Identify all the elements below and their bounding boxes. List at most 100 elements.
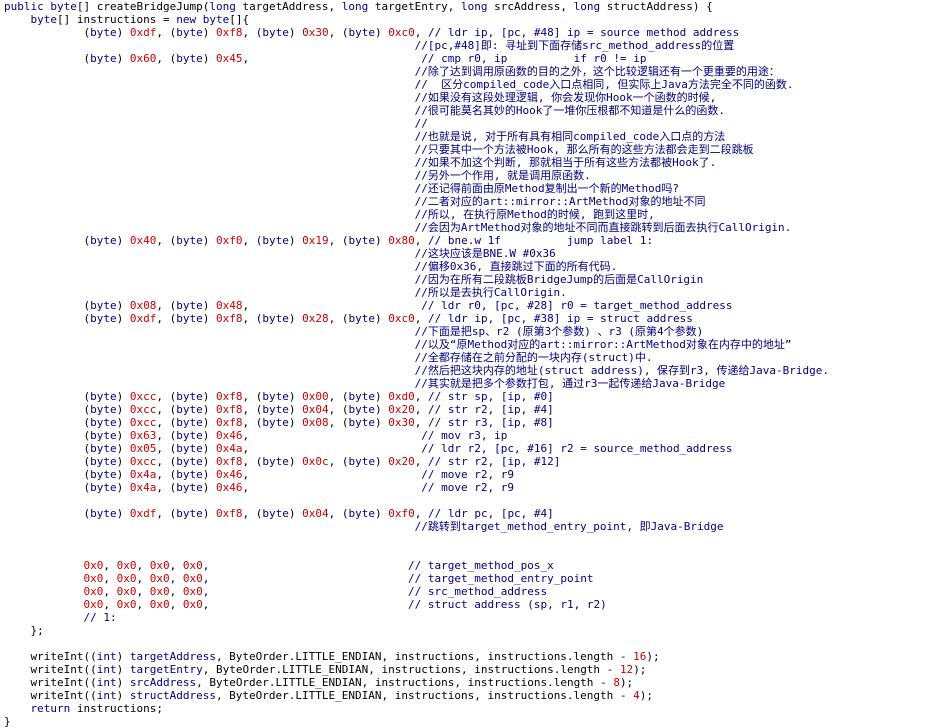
code-line[interactable]: }; [4, 624, 930, 637]
code-number: 0x20 [388, 403, 415, 416]
code-line[interactable]: //这块应该是BNE.W #0x36 [4, 247, 930, 260]
code-comment: //以及“原Method对应的art::mirror::ArtMethod对象在… [414, 338, 792, 351]
code-line[interactable]: // 区分compiled_code入口点相同, 但实际上Java方法完全不同的… [4, 78, 930, 91]
code-text: , [136, 572, 150, 585]
code-line[interactable]: //然后把这块内存的地址(struct address), 保存到r3, 传递给… [4, 364, 930, 377]
code-keyword: byte [90, 507, 117, 520]
code-number: 0xf8 [215, 312, 243, 325]
code-number: 0x04 [302, 507, 329, 520]
code-line[interactable]: //会因为ArtMethod对象的地址不同而直接跳转到后面去执行CallOrig… [4, 221, 930, 234]
code-text: , ( [156, 390, 177, 403]
code-line[interactable]: (byte) 0x60, (byte) 0x45, // cmp r0, ip … [4, 52, 930, 65]
code-line[interactable]: writeInt((int) structAddress, ByteOrder.… [4, 689, 930, 702]
code-line[interactable]: //也就是说, 对于所有具有相同compiled_code入口点的方法 [4, 130, 930, 143]
code-line[interactable]: //跳转到target_method_entry_point, 即Java-Br… [4, 520, 930, 533]
code-line[interactable]: //如果没有这段处理逻辑, 你会发现你Hook一个函数的时候, [4, 91, 930, 104]
code-text: ) [116, 481, 130, 494]
code-line[interactable]: // [4, 117, 930, 130]
code-line[interactable]: //很可能莫名其妙的Hook了一堆你压根都不知道是什么的函数. [4, 104, 930, 117]
code-keyword: byte [262, 455, 289, 468]
code-line[interactable]: writeInt((int) targetEntry, ByteOrder.LI… [4, 663, 930, 676]
code-line[interactable]: (byte) 0x40, (byte) 0xf0, (byte) 0x19, (… [4, 234, 930, 247]
code-number: 0x4a [129, 468, 157, 481]
code-line[interactable]: // 1: [4, 611, 930, 624]
code-line[interactable]: //还记得前面由原Method复制出一个新的Method吗? [4, 182, 930, 195]
code-line[interactable] [4, 637, 930, 650]
code-text: ) [202, 299, 216, 312]
code-line[interactable]: writeInt((int) srcAddress, ByteOrder.LIT… [4, 676, 930, 689]
code-line[interactable]: //[pc,#48]即: 寻址到下面存储src_method_address的位… [4, 39, 930, 52]
code-line[interactable]: //除了达到调用原函数的目的之外，这个比较逻辑还有一个更重要的用途： [4, 65, 930, 78]
code-comment: //全都存储在之前分配的一块内存(struct)中. [414, 351, 653, 364]
code-line[interactable]: //偏移0x36, 直接跳过下面的所有代码. [4, 260, 930, 273]
code-line[interactable]: 0x0, 0x0, 0x0, 0x0, // target_method_pos… [4, 559, 930, 572]
code-number: 0x20 [388, 455, 415, 468]
code-editor[interactable]: public byte[] createBridgeJump(long targ… [4, 0, 930, 728]
code-line[interactable]: //因为在所有二段跳板BridgeJump的后面是CallOrigin [4, 273, 930, 286]
code-text: instructions; [70, 702, 163, 715]
code-text: , [414, 26, 428, 39]
code-line[interactable]: //所以是去执行CallOrigin. [4, 286, 930, 299]
code-text: ) [374, 455, 389, 468]
code-line[interactable]: (byte) 0xcc, (byte) 0xf8, (byte) 0x0c, (… [4, 455, 930, 468]
code-text: ( [4, 429, 91, 442]
code-keyword: byte [90, 52, 117, 65]
code-keyword: byte [262, 403, 289, 416]
code-line[interactable]: //二者对应的art::mirror::ArtMethod对象的地址不同 [4, 195, 930, 208]
code-keyword: byte [90, 312, 117, 325]
code-comment: //如果不加这个判断, 那就相当于所有这些方法都被Hook了. [414, 156, 717, 169]
code-keyword: byte [176, 234, 203, 247]
code-line[interactable]: //如果不加这个判断, 那就相当于所有这些方法都被Hook了. [4, 156, 930, 169]
code-line[interactable]: 0x0, 0x0, 0x0, 0x0, // target_method_ent… [4, 572, 930, 585]
code-line[interactable]: (byte) 0x4a, (byte) 0x46, // move r2, r9 [4, 481, 930, 494]
code-line[interactable]: public byte[] createBridgeJump(long targ… [4, 0, 930, 13]
code-text: ) [374, 312, 389, 325]
code-line[interactable]: (byte) 0x4a, (byte) 0x46, // move r2, r9 [4, 468, 930, 481]
code-keyword: byte [90, 299, 117, 312]
code-line[interactable]: //其实就是把多个参数打包, 通过r3一起传递给Java-Bridge [4, 377, 930, 390]
code-line[interactable]: (byte) 0xcc, (byte) 0xf8, (byte) 0x00, (… [4, 390, 930, 403]
code-number: 0x28 [302, 312, 329, 325]
code-number: 0xc0 [388, 26, 415, 39]
code-line[interactable]: 0x0, 0x0, 0x0, 0x0, // struct address (s… [4, 598, 930, 611]
code-text: ( [4, 442, 91, 455]
code-line[interactable]: return instructions; [4, 702, 930, 715]
code-line[interactable]: //全都存储在之前分配的一块内存(struct)中. [4, 351, 930, 364]
code-line[interactable]: (byte) 0x08, (byte) 0x48, // ldr r0, [pc… [4, 299, 930, 312]
code-line[interactable]: writeInt((int) targetAddress, ByteOrder.… [4, 650, 930, 663]
code-line[interactable]: (byte) 0xcc, (byte) 0xf8, (byte) 0x08, (… [4, 416, 930, 429]
code-line[interactable]: (byte) 0xcc, (byte) 0xf8, (byte) 0x04, (… [4, 403, 930, 416]
code-line[interactable]: (byte) 0x63, (byte) 0x46, // mov r3, ip [4, 429, 930, 442]
code-keyword: byte [202, 13, 230, 26]
code-text: ( [4, 312, 91, 325]
code-line[interactable]: //以及“原Method对应的art::mirror::ArtMethod对象在… [4, 338, 930, 351]
code-line[interactable]: //所以, 在执行原Method的时候, 跑到这里时, [4, 208, 930, 221]
code-line[interactable]: (byte) 0x05, (byte) 0x4a, // ldr r2, [pc… [4, 442, 930, 455]
code-keyword: long [461, 0, 488, 13]
code-line[interactable]: //下面是把sp、r2 (原第3个参数) 、r3 (原第4个参数) [4, 325, 930, 338]
code-line[interactable] [4, 533, 930, 546]
code-line[interactable]: (byte) 0xdf, (byte) 0xf8, (byte) 0x30, (… [4, 26, 930, 39]
code-text: , [242, 429, 422, 442]
code-text: , ( [328, 403, 349, 416]
code-text: []{ [229, 13, 250, 26]
code-line[interactable]: } [4, 715, 930, 728]
code-text: , ( [156, 52, 177, 65]
code-line[interactable]: //另外一个作用, 就是调用原函数. [4, 169, 930, 182]
code-line[interactable]: //只要其中一个方法被Hook, 那么所有的这些方法都会走到二段跳板 [4, 143, 930, 156]
code-keyword: byte [348, 416, 375, 429]
code-line[interactable] [4, 546, 930, 559]
code-line[interactable]: byte[] instructions = new byte[]{ [4, 13, 930, 26]
code-line[interactable] [4, 494, 930, 507]
code-line[interactable]: (byte) 0xdf, (byte) 0xf8, (byte) 0x04, (… [4, 507, 930, 520]
code-line[interactable]: 0x0, 0x0, 0x0, 0x0, // src_method_addres… [4, 585, 930, 598]
code-line[interactable]: (byte) 0xdf, (byte) 0xf8, (byte) 0x28, (… [4, 312, 930, 325]
code-number: 0x0 [182, 585, 203, 598]
code-number: 16 [633, 650, 647, 663]
